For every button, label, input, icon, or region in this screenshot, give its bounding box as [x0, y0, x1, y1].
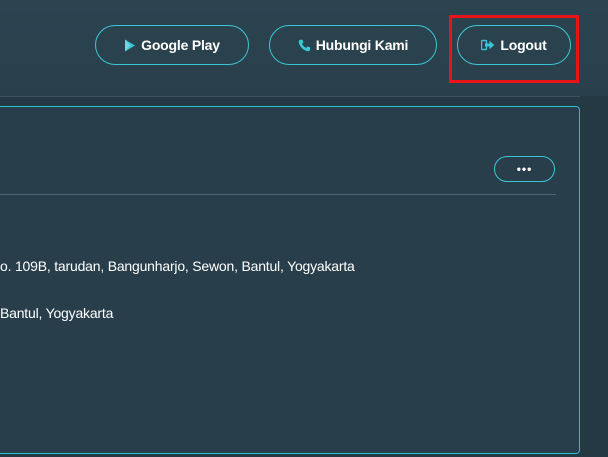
- google-play-label: Google Play: [141, 37, 220, 53]
- top-header: Google Play Hubungi Kami Logout: [0, 0, 608, 96]
- more-options-dots: •••: [516, 162, 533, 176]
- header-divider: [0, 96, 608, 97]
- contact-us-button[interactable]: Hubungi Kami: [269, 25, 437, 65]
- right-margin: [580, 96, 608, 457]
- logout-highlight-box: [449, 15, 579, 83]
- address-text: o. 109B, tarudan, Bangunharjo, Sewon, Ba…: [0, 258, 355, 274]
- phone-icon: [298, 39, 311, 52]
- play-store-icon: [124, 39, 136, 52]
- contact-us-label: Hubungi Kami: [315, 37, 409, 53]
- google-play-button[interactable]: Google Play: [95, 25, 249, 65]
- city-text: Bantul, Yogyakarta: [0, 305, 114, 321]
- main-content: [0, 96, 608, 457]
- address-card: [0, 106, 580, 454]
- card-divider: [0, 194, 556, 195]
- more-options-button[interactable]: •••: [494, 156, 555, 182]
